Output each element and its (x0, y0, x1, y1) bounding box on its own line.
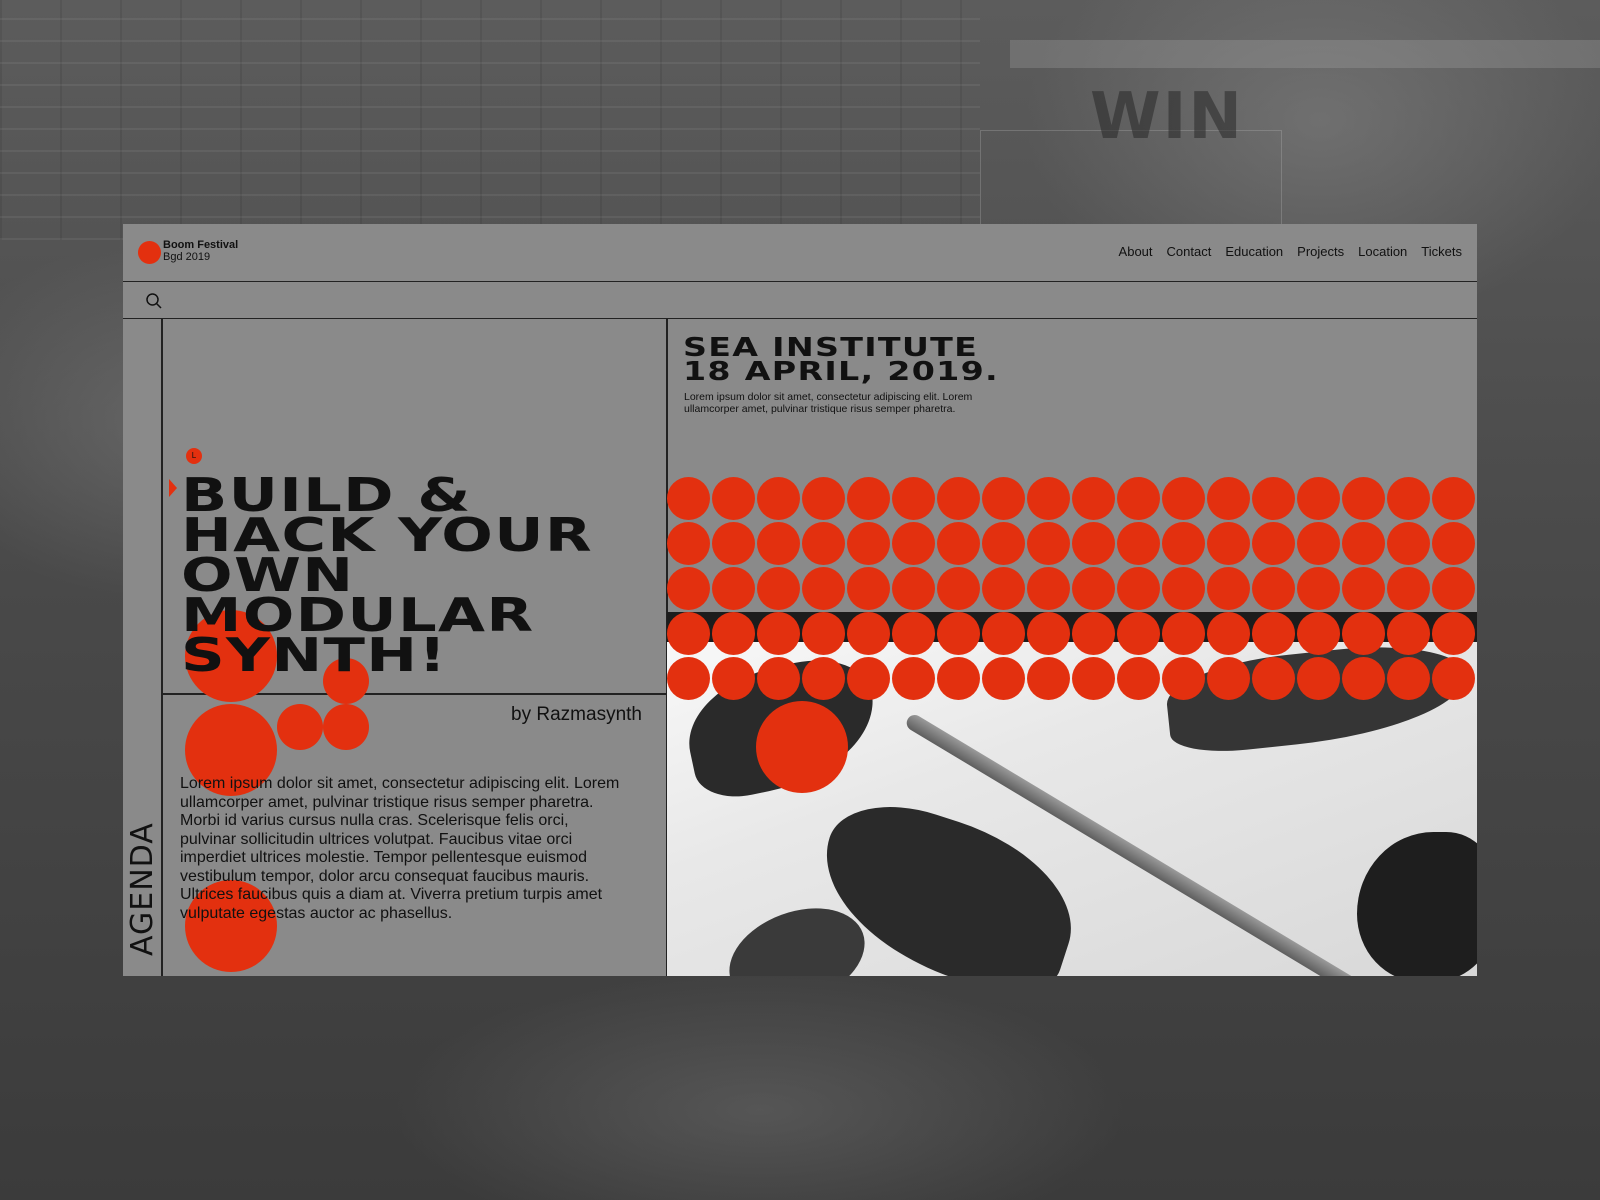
hero-headline: BUILD & HACK YOUR OWN MODULAR SYNTH! (181, 468, 593, 682)
red-dot (1117, 477, 1160, 520)
red-dot (847, 657, 890, 700)
red-dot (1297, 522, 1340, 565)
red-dot (1252, 477, 1295, 520)
red-dot (1432, 477, 1475, 520)
event-date: 18 APRIL, 2019. (683, 357, 999, 387)
red-dot (1342, 612, 1385, 655)
red-dot (1072, 477, 1115, 520)
red-dot (802, 612, 845, 655)
red-dot (892, 477, 935, 520)
red-dot (1027, 612, 1070, 655)
red-dot (892, 567, 935, 610)
red-dot (1207, 657, 1250, 700)
hero-body: Lorem ipsum dolor sit amet, consectetur … (180, 775, 620, 922)
red-dot (1342, 522, 1385, 565)
red-dot (1162, 522, 1205, 565)
red-dot (892, 522, 935, 565)
red-dot (1387, 657, 1430, 700)
red-dot (802, 567, 845, 610)
red-dot (1387, 612, 1430, 655)
red-dot (1027, 522, 1070, 565)
red-dot (1297, 477, 1340, 520)
red-dot (1207, 567, 1250, 610)
red-dot (937, 657, 980, 700)
red-dot (1027, 567, 1070, 610)
red-dot (847, 477, 890, 520)
red-dot (1207, 612, 1250, 655)
red-dot (1117, 612, 1160, 655)
red-dot (1252, 612, 1295, 655)
red-dot (892, 657, 935, 700)
red-dot (1297, 612, 1340, 655)
red-dot (1117, 657, 1160, 700)
red-dot (1207, 477, 1250, 520)
red-dot (937, 567, 980, 610)
event-description: Lorem ipsum dolor sit amet, consectetur … (684, 391, 973, 415)
red-dot (1342, 657, 1385, 700)
red-dot (1207, 522, 1250, 565)
red-dot (1117, 567, 1160, 610)
red-dot (1162, 567, 1205, 610)
marker-dot: L (186, 448, 202, 464)
red-dot (937, 477, 980, 520)
red-dot (892, 612, 935, 655)
red-dot (1072, 522, 1115, 565)
red-dot (847, 567, 890, 610)
background-sign-text: WIN (1090, 80, 1244, 154)
red-dot (1072, 567, 1115, 610)
red-dot (1117, 522, 1160, 565)
red-dot (847, 612, 890, 655)
red-dot (982, 657, 1025, 700)
play-triangle-icon (169, 479, 177, 497)
red-dot (847, 522, 890, 565)
red-dot (982, 567, 1025, 610)
background-brick-wall (0, 0, 980, 240)
red-dot (1342, 567, 1385, 610)
red-dot (1252, 522, 1295, 565)
red-dot (937, 522, 980, 565)
red-dot (1297, 657, 1340, 700)
decor-dot (756, 701, 848, 793)
red-dot (1072, 657, 1115, 700)
red-dot (1162, 657, 1205, 700)
red-dot (1387, 477, 1430, 520)
red-dot (802, 477, 845, 520)
red-dot (1072, 612, 1115, 655)
red-dot (982, 612, 1025, 655)
red-dot (802, 657, 845, 700)
website-mockup: Boom Festival Bgd 2019 About Contact Edu… (123, 224, 1477, 976)
red-dot (802, 522, 845, 565)
decor-dot (323, 704, 369, 750)
red-dot (1432, 612, 1475, 655)
red-dot (1297, 567, 1340, 610)
red-dot (937, 612, 980, 655)
red-dot (1252, 567, 1295, 610)
red-dot (982, 522, 1025, 565)
red-dot (1162, 612, 1205, 655)
red-dot (1342, 477, 1385, 520)
red-dot (1162, 477, 1205, 520)
red-dot (1252, 657, 1295, 700)
red-dot (1387, 567, 1430, 610)
hero-byline: by Razmasynth (511, 704, 642, 725)
red-dot (982, 477, 1025, 520)
background-beam (1010, 40, 1600, 68)
red-dot (1432, 657, 1475, 700)
red-dot (1387, 522, 1430, 565)
red-dot (1027, 657, 1070, 700)
decor-dot (277, 704, 323, 750)
event-title: SEA INSTITUTE 18 APRIL, 2019. (683, 335, 1246, 387)
red-dot (1432, 522, 1475, 565)
red-dot (1027, 477, 1070, 520)
red-dot (1432, 567, 1475, 610)
